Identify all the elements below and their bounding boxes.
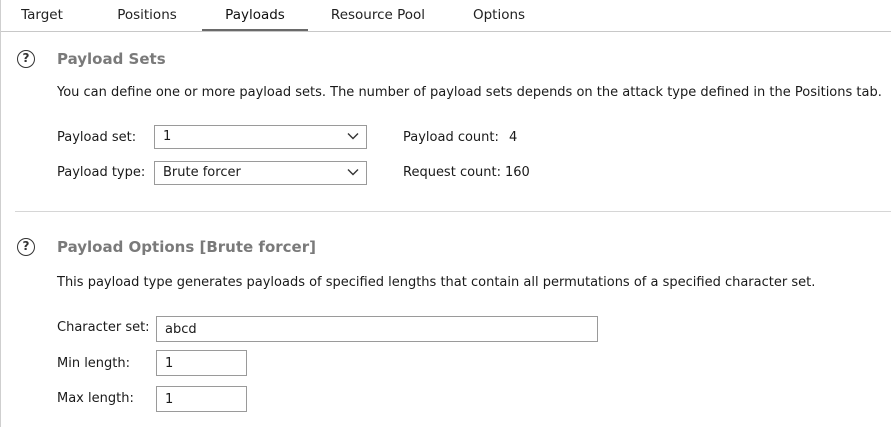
max-length-input[interactable] (156, 386, 247, 412)
payload-options-title: Payload Options [Brute forcer] (57, 238, 316, 256)
tab-payloads[interactable]: Payloads (202, 0, 308, 31)
payload-count-label: Payload count: (403, 130, 499, 145)
payload-set-value: 1 (163, 129, 172, 144)
tab-resource-pool[interactable]: Resource Pool (323, 0, 433, 31)
chevron-down-icon (347, 133, 359, 140)
max-length-label: Max length: (57, 391, 134, 406)
payload-type-select[interactable]: Brute forcer (154, 161, 367, 185)
min-length-input[interactable] (156, 350, 247, 376)
character-set-input[interactable] (156, 316, 598, 342)
payload-options-description: This payload type generates payloads of … (57, 275, 816, 290)
request-count-label: Request count: (403, 165, 501, 180)
question-circle-icon[interactable]: ? (17, 50, 35, 68)
chevron-down-icon (347, 169, 359, 176)
question-circle-icon[interactable]: ? (17, 238, 35, 256)
tab-positions[interactable]: Positions (105, 0, 189, 31)
payload-sets-title: Payload Sets (57, 50, 166, 68)
payload-type-value: Brute forcer (163, 165, 241, 180)
tab-options[interactable]: Options (464, 0, 534, 31)
payload-set-label: Payload set: (57, 130, 137, 145)
section-divider (15, 211, 891, 212)
tab-target[interactable]: Target (11, 0, 73, 31)
payload-count-value: 4 (509, 130, 518, 145)
intruder-panel: Target Positions Payloads Resource Pool … (0, 0, 891, 427)
tab-bar: Target Positions Payloads Resource Pool … (1, 0, 891, 32)
character-set-label: Character set: (57, 320, 150, 335)
min-length-label: Min length: (57, 356, 131, 371)
payload-type-label: Payload type: (57, 165, 146, 180)
request-count-value: 160 (505, 165, 530, 180)
payload-set-select[interactable]: 1 (154, 125, 367, 149)
payload-sets-description: You can define one or more payload sets.… (57, 85, 882, 100)
